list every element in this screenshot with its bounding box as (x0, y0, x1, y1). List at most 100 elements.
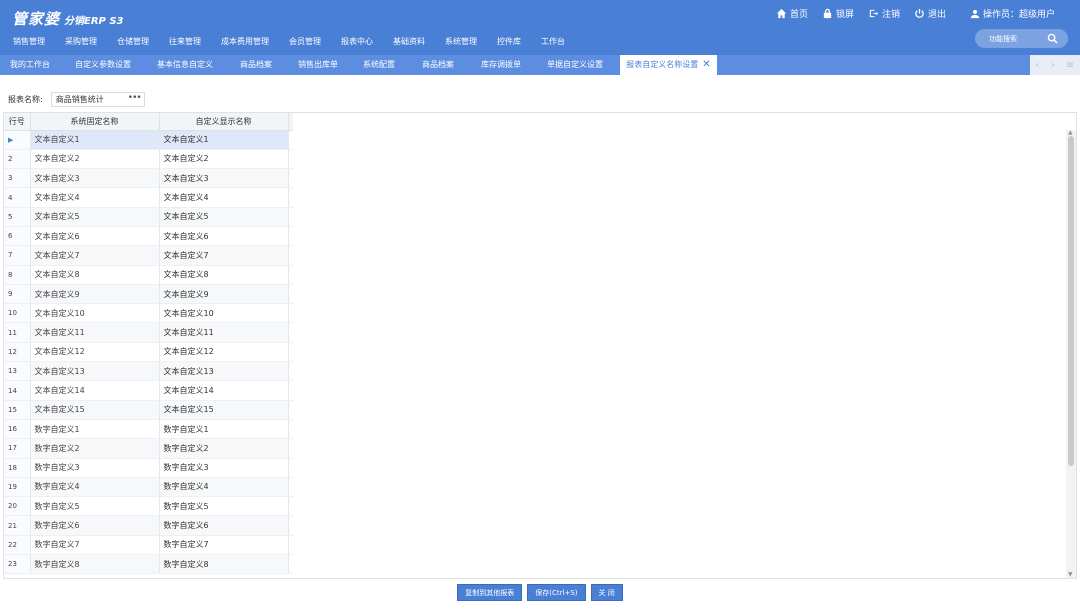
display-name-cell[interactable]: 文本自定义12 (159, 342, 289, 363)
table-row[interactable]: 20 数字自定义5 数字自定义5 (4, 496, 293, 517)
tab-basic-info-custom[interactable]: 基本信息自定义 (146, 55, 224, 75)
table-row[interactable]: 17 数字自定义2 数字自定义2 (4, 438, 293, 459)
home-link[interactable]: 首页 (776, 7, 808, 20)
row-filler-cell (288, 265, 293, 285)
display-name-cell[interactable]: 数字自定义8 (159, 554, 289, 575)
save-button[interactable]: 保存(Ctrl+S) (527, 584, 586, 601)
table-row[interactable]: 18 数字自定义3 数字自定义3 (4, 458, 293, 478)
menu-item-controls[interactable]: 控件库 (497, 36, 521, 47)
menu-item-cost[interactable]: 成本费用管理 (221, 36, 269, 47)
display-name-cell[interactable]: 文本自定义8 (159, 265, 289, 285)
display-name-cell[interactable]: 文本自定义15 (159, 400, 289, 420)
table-row[interactable]: 23 数字自定义8 数字自定义8 (4, 554, 293, 575)
table-row[interactable]: 22 数字自定义7 数字自定义7 (4, 535, 293, 556)
table-row[interactable]: ▶ 文本自定义1 文本自定义1 (4, 130, 293, 150)
table-row[interactable]: 19 数字自定义4 数字自定义4 (4, 477, 293, 498)
tab-stock-transfer[interactable]: 库存调拨单 (470, 55, 532, 75)
copy-to-other-reports-button[interactable]: 复制到其他报表 (457, 584, 523, 601)
system-name-cell: 文本自定义3 (30, 168, 160, 189)
header-display-name[interactable]: 自定义显示名称 (159, 113, 289, 131)
display-name-cell[interactable]: 文本自定义11 (159, 322, 289, 343)
menu-item-workbench[interactable]: 工作台 (541, 36, 565, 47)
display-name-cell[interactable]: 文本自定义6 (159, 226, 289, 247)
display-name-cell[interactable]: 文本自定义5 (159, 207, 289, 227)
menu-item-reports[interactable]: 报表中心 (341, 36, 373, 47)
table-row[interactable]: 2 文本自定义2 文本自定义2 (4, 149, 293, 170)
display-name-cell[interactable]: 数字自定义7 (159, 535, 289, 556)
table-row[interactable]: 16 数字自定义1 数字自定义1 (4, 419, 293, 440)
table-row[interactable]: 13 文本自定义13 文本自定义13 (4, 361, 293, 382)
chevron-left-icon[interactable]: ‹ (1036, 60, 1040, 71)
display-name-cell[interactable]: 数字自定义5 (159, 496, 289, 517)
menu-icon[interactable]: ≡ (1066, 60, 1074, 71)
tab-my-workbench[interactable]: 我的工作台 (0, 55, 60, 75)
table-row[interactable]: 14 文本自定义14 文本自定义14 (4, 380, 293, 401)
system-name-cell: 数字自定义4 (30, 477, 160, 498)
display-name-cell[interactable]: 文本自定义9 (159, 284, 289, 305)
search-icon[interactable] (1047, 33, 1058, 44)
more-options-icon[interactable]: ••• (128, 93, 142, 103)
tab-custom-params[interactable]: 自定义参数设置 (64, 55, 142, 75)
display-name-cell[interactable]: 数字自定义6 (159, 515, 289, 536)
row-filler-cell (288, 207, 293, 227)
tab-document-custom[interactable]: 单据自定义设置 (536, 55, 614, 75)
scrollbar-thumb[interactable] (1068, 136, 1074, 466)
table-row[interactable]: 10 文本自定义10 文本自定义10 (4, 303, 293, 324)
menu-item-members[interactable]: 会员管理 (289, 36, 321, 47)
table-row[interactable]: 11 文本自定义11 文本自定义11 (4, 322, 293, 343)
menu-item-accounts[interactable]: 往来管理 (169, 36, 201, 47)
function-search-input[interactable]: 功能搜索 (975, 29, 1068, 48)
table-row[interactable]: 5 文本自定义5 文本自定义5 (4, 207, 293, 227)
header-row-number[interactable]: 行号 (4, 113, 31, 131)
header-system-name[interactable]: 系统固定名称 (30, 113, 160, 131)
menu-item-warehouse[interactable]: 仓储管理 (117, 36, 149, 47)
display-name-cell[interactable]: 文本自定义2 (159, 149, 289, 170)
row-filler-cell (288, 130, 293, 150)
table-row[interactable]: 7 文本自定义7 文本自定义7 (4, 245, 293, 266)
vertical-scrollbar[interactable]: ▲ ▼ (1066, 129, 1076, 578)
tab-system-config[interactable]: 系统配置 (352, 55, 406, 75)
table-row[interactable]: 3 文本自定义3 文本自定义3 (4, 168, 293, 189)
tab-product-archive-2[interactable]: 商品档案 (410, 55, 466, 75)
table-row[interactable]: 4 文本自定义4 文本自定义4 (4, 187, 293, 208)
menu-item-purchase[interactable]: 采购管理 (65, 36, 97, 47)
display-name-cell[interactable]: 数字自定义1 (159, 419, 289, 440)
table-row[interactable]: 21 数字自定义6 数字自定义6 (4, 515, 293, 536)
display-name-cell[interactable]: 数字自定义3 (159, 458, 289, 478)
tab-product-archive[interactable]: 商品档案 (228, 55, 284, 75)
table-row[interactable]: 9 文本自定义9 文本自定义9 (4, 284, 293, 305)
menu-item-system[interactable]: 系统管理 (445, 36, 477, 47)
scroll-up-icon[interactable]: ▲ (1068, 129, 1073, 136)
table-row[interactable]: 6 文本自定义6 文本自定义6 (4, 226, 293, 247)
display-name-cell[interactable]: 数字自定义2 (159, 438, 289, 459)
tab-sales-outbound[interactable]: 销售出库单 (288, 55, 348, 75)
display-name-cell[interactable]: 文本自定义3 (159, 168, 289, 189)
operator-info: 操作员：超级用户 (970, 7, 1055, 20)
chevron-right-icon[interactable]: › (1051, 60, 1055, 71)
display-name-cell[interactable]: 文本自定义13 (159, 361, 289, 382)
close-icon[interactable]: ✕ (702, 55, 710, 75)
menu-item-basic-data[interactable]: 基础资料 (393, 36, 425, 47)
exit-link[interactable]: 退出 (914, 7, 946, 20)
row-number-cell: 15 (4, 400, 31, 420)
table-row[interactable]: 8 文本自定义8 文本自定义8 (4, 265, 293, 285)
menu-item-sales[interactable]: 销售管理 (13, 36, 45, 47)
table-row[interactable]: 12 文本自定义12 文本自定义12 (4, 342, 293, 363)
display-name-cell[interactable]: 文本自定义4 (159, 187, 289, 208)
display-name-cell[interactable]: 文本自定义7 (159, 245, 289, 266)
home-link-label: 首页 (790, 10, 809, 20)
lock-screen-label: 锁屏 (836, 10, 855, 20)
report-name-selector[interactable]: 商品销售统计 ••• (50, 92, 145, 107)
display-name-cell[interactable]: 文本自定义10 (159, 303, 289, 324)
lock-screen-link[interactable]: 锁屏 (822, 7, 854, 20)
row-number-cell: 2 (4, 149, 31, 170)
table-row[interactable]: 15 文本自定义15 文本自定义15 (4, 400, 293, 420)
scroll-down-icon[interactable]: ▼ (1068, 571, 1073, 578)
tab-report-custom-name[interactable]: 报表自定义名称设置 ✕ (620, 55, 717, 75)
logout-link[interactable]: 注销 (868, 7, 900, 20)
close-button[interactable]: 关 闭 (590, 584, 623, 601)
display-name-cell[interactable]: 数字自定义4 (159, 477, 289, 498)
display-name-cell[interactable]: 文本自定义14 (159, 380, 289, 401)
top-header: 管家婆 分销ERP S3 首页 锁屏 注销 退出 操作员：超级用户 销售管理 采… (0, 0, 1080, 55)
display-name-cell[interactable]: 文本自定义1 (159, 130, 289, 150)
